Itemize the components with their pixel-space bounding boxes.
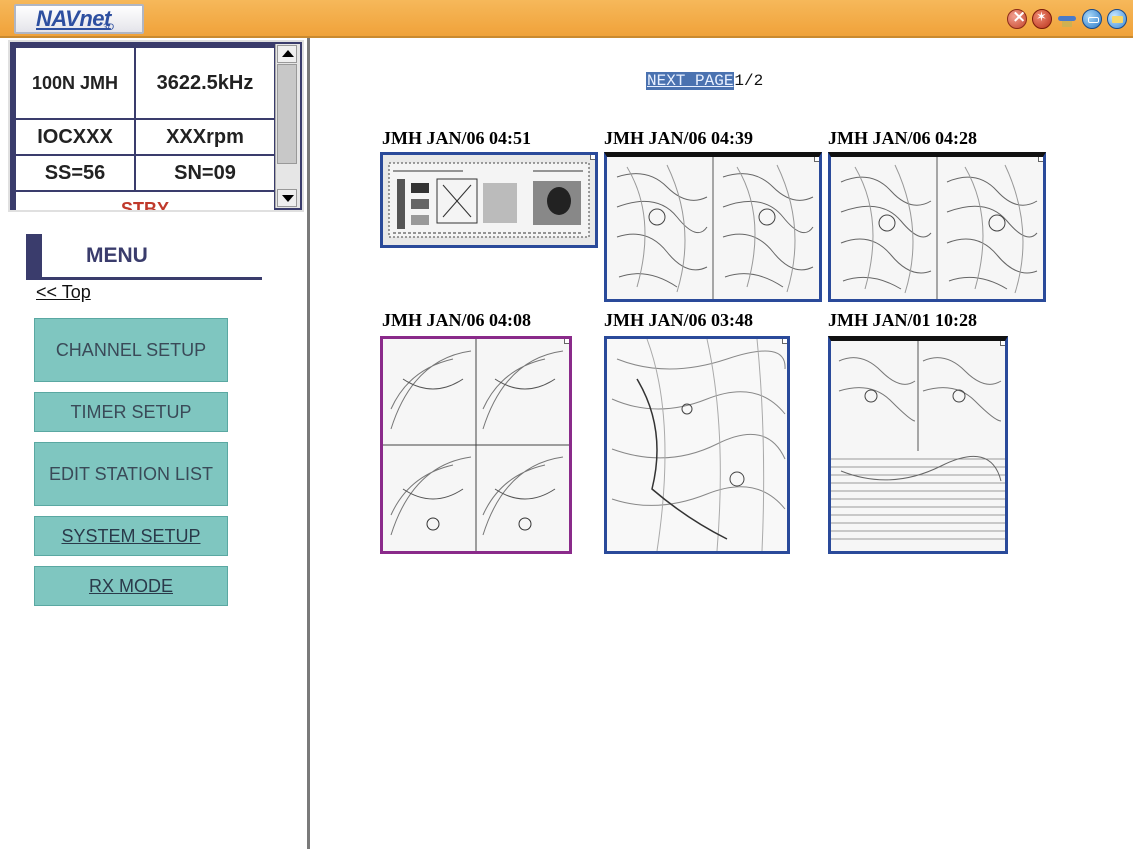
station-cell: 100N JMH [14, 46, 136, 120]
rx-mode-button[interactable]: RX MODE [34, 566, 228, 606]
thumbnail-label: JMH JAN/06 04:28 [828, 128, 977, 148]
weather-chart-image [383, 339, 569, 551]
fax-thumbnail[interactable] [828, 152, 1046, 302]
antenna-icon[interactable] [1057, 9, 1077, 29]
timer-setup-button[interactable]: TIMER SETUP [34, 392, 228, 432]
network-icon[interactable] [1082, 9, 1102, 29]
edit-station-list-button[interactable]: EDIT STATION LIST [34, 442, 228, 506]
menu-header-bar [26, 234, 42, 278]
navnet-logo[interactable]: NAVnet 3D [14, 4, 144, 34]
fax-thumbnail[interactable] [604, 152, 822, 302]
scroll-down-icon[interactable] [277, 189, 297, 207]
scrollbar-thumb[interactable] [277, 64, 297, 164]
page-indicator: 1/2 [734, 72, 764, 90]
selection-handle [564, 339, 569, 344]
mode-cell: IOCXXX [14, 118, 136, 156]
channel-setup-button[interactable]: CHANNEL SETUP [34, 318, 228, 382]
signal-noise-cell: SN=09 [134, 154, 276, 192]
menu-header: MENU [26, 234, 262, 280]
thumbnail-label: JMH JAN/01 10:28 [828, 310, 977, 330]
fax-thumbnail[interactable] [828, 336, 1008, 554]
selection-handle [814, 157, 819, 162]
system-setup-button[interactable]: SYSTEM SETUP [34, 516, 228, 556]
weather-chart-image [607, 339, 787, 551]
selection-handle [1000, 341, 1005, 346]
left-panel: 100N JMH 3622.5kHz IOCXXX XXXrpm SS=56 S… [0, 38, 310, 849]
fax-thumbnail[interactable] [380, 152, 598, 248]
top-link[interactable]: << Top [36, 282, 91, 303]
fax-gallery: NEXT PAGE1/2 JMH JAN/06 04:51 JMH JAN/06… [310, 38, 1133, 849]
thumbnail-label: JMH JAN/06 03:48 [604, 310, 753, 330]
status-scrollbar[interactable] [275, 44, 300, 208]
weather-chart-image [831, 157, 1043, 299]
alarm-cross-icon[interactable] [1007, 7, 1027, 29]
weather-chart-image [831, 341, 1005, 551]
selection-handle [1038, 157, 1043, 162]
selection-handle [782, 339, 787, 344]
folder-icon[interactable] [1107, 9, 1127, 29]
fax-thumbnail[interactable] [604, 336, 790, 554]
weather-chart-image [607, 157, 819, 299]
selection-handle [590, 155, 595, 160]
fax-test-chart-image [383, 155, 595, 245]
thumbnail-label: JMH JAN/06 04:08 [382, 310, 531, 330]
logo-text: NAVnet [36, 6, 111, 31]
thumbnail-label: JMH JAN/06 04:51 [382, 128, 531, 148]
frequency-cell: 3622.5kHz [134, 46, 276, 120]
pager: NEXT PAGE1/2 [646, 72, 763, 90]
status-table: 100N JMH 3622.5kHz IOCXXX XXXrpm SS=56 S… [14, 46, 276, 210]
top-bar: NAVnet 3D [0, 0, 1133, 38]
rpm-cell: XXXrpm [134, 118, 276, 156]
receiver-status-box: 100N JMH 3622.5kHz IOCXXX XXXrpm SS=56 S… [8, 40, 304, 212]
scroll-up-icon[interactable] [277, 45, 297, 63]
signal-strength-cell: SS=56 [14, 154, 136, 192]
logo-subtext: 3D [102, 22, 114, 32]
receiver-state-cell: STBY [14, 190, 276, 210]
alarm-star-icon[interactable] [1032, 9, 1052, 29]
status-icons [1007, 7, 1127, 29]
next-page-link[interactable]: NEXT PAGE [646, 72, 735, 90]
thumbnail-label: JMH JAN/06 04:39 [604, 128, 753, 148]
fax-thumbnail-selected[interactable] [380, 336, 572, 554]
menu-title: MENU [86, 244, 148, 267]
menu-underline [26, 277, 262, 280]
